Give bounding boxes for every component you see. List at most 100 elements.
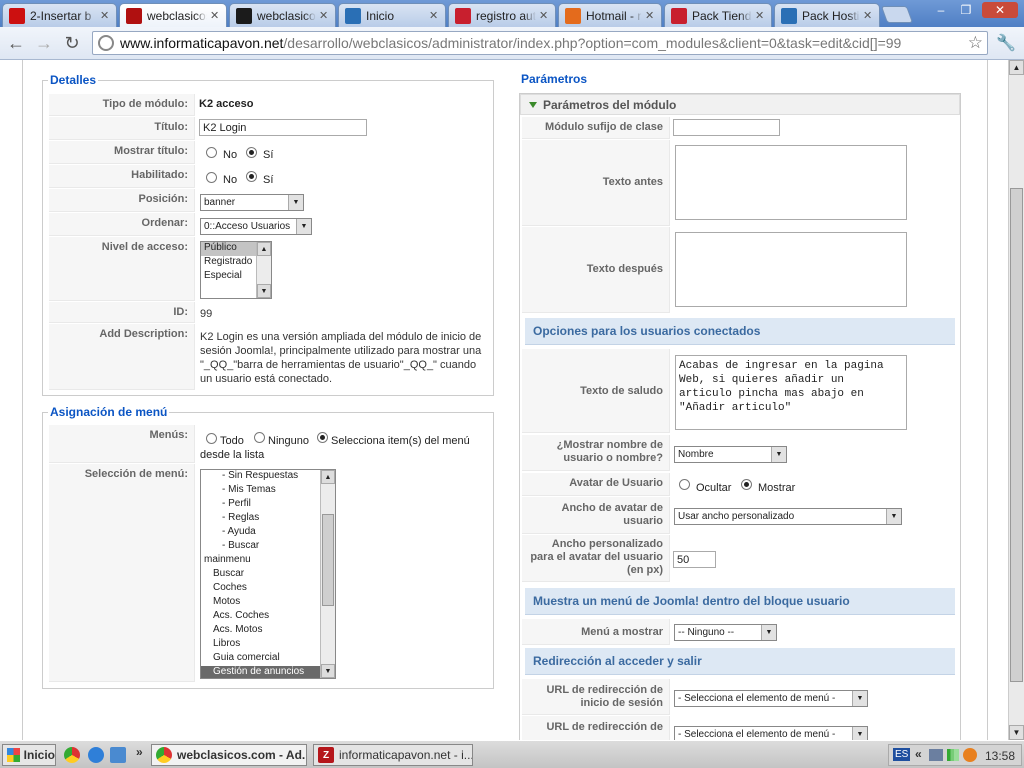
browser-tab[interactable]: 2-Insertar b ✕ — [2, 3, 117, 27]
browser-tab[interactable]: registro auto✕ — [448, 3, 556, 27]
menu-list-item[interactable]: Gestión de anuncios — [201, 666, 335, 678]
close-tab-icon[interactable]: ✕ — [429, 9, 439, 22]
wrench-icon[interactable]: 🔧 — [996, 33, 1016, 53]
nivel-scrollbar[interactable]: ▲ ▼ — [256, 242, 271, 298]
scroll-thumb[interactable] — [322, 514, 334, 606]
avast-icon[interactable] — [963, 748, 977, 762]
minimize-icon[interactable]: – — [930, 2, 952, 18]
tray-expand-icon[interactable]: « — [915, 747, 922, 761]
tab-label: 2-Insertar b — [30, 8, 92, 23]
page-scrollbar[interactable]: ▲ ▼ — [1008, 60, 1024, 740]
menu-mostrar-value: -- Ninguno -- — [678, 627, 735, 638]
menu-list-item[interactable]: - Sin Respuestas — [201, 470, 335, 484]
avatar-ocultar-radio[interactable] — [679, 479, 690, 490]
network-icon[interactable] — [929, 749, 943, 761]
close-tab-icon[interactable]: ✕ — [755, 9, 765, 22]
close-tab-icon[interactable]: ✕ — [319, 9, 329, 22]
url-cierre-label: URL de redirección de — [522, 716, 670, 740]
sufijo-input[interactable] — [673, 119, 780, 136]
quicklaunch-overflow-icon[interactable]: » — [136, 745, 143, 759]
close-tab-icon[interactable]: ✕ — [539, 9, 549, 22]
menu-list-item[interactable]: - Ayuda — [201, 526, 335, 540]
tab-label: webclasicos. — [257, 8, 316, 23]
signal-icon[interactable] — [947, 749, 959, 761]
browser-tab[interactable]: webclasicos.✕ — [229, 3, 336, 27]
chrome-quicklaunch-icon[interactable] — [64, 747, 80, 763]
menus-selecciona-radio[interactable] — [317, 432, 328, 443]
scroll-up-icon[interactable]: ▲ — [1009, 60, 1024, 75]
scroll-down-icon[interactable]: ▼ — [257, 284, 271, 298]
scroll-up-icon[interactable]: ▲ — [257, 242, 271, 256]
forward-icon[interactable]: → — [32, 32, 56, 54]
mostrar-titulo-no-radio[interactable] — [206, 147, 217, 158]
ancho-avatar-select[interactable]: Usar ancho personalizado ▼ — [674, 508, 902, 525]
browser-tab[interactable]: Pack Hosting✕ — [774, 3, 880, 27]
description-line: sesión Joomla!, principalmente utilizado… — [200, 345, 482, 357]
ancho-personalizado-input[interactable] — [673, 551, 716, 568]
nivel-acceso-listbox[interactable]: Público Registrado Especial ▲ ▼ — [200, 241, 272, 299]
habilitado-si-radio[interactable] — [246, 171, 257, 182]
menu-list-item[interactable]: Coches — [201, 582, 335, 596]
menu-list-item[interactable]: Buscar — [201, 568, 335, 582]
windows-taskbar: Inicio » webclasicos.com - Ad... Z infor… — [0, 740, 1024, 768]
menu-list-item[interactable]: - Perfil — [201, 498, 335, 512]
habilitado-no-radio[interactable] — [206, 172, 217, 183]
ancho-pers-label-1: Ancho personalizado — [551, 538, 663, 550]
menu-list-item[interactable]: Guia comercial — [201, 652, 335, 666]
outlook-quicklaunch-icon[interactable] — [110, 747, 126, 763]
taskbar-item-filezilla[interactable]: Z informaticapavon.net - i... — [313, 744, 473, 766]
parametros-modulo-toggle[interactable]: Parámetros del módulo — [520, 94, 960, 115]
texto-despues-textarea[interactable] — [675, 232, 907, 307]
browser-tab[interactable]: webclasicos.✕ — [119, 3, 227, 27]
start-button[interactable]: Inicio — [2, 744, 56, 766]
chevron-down-icon: ▼ — [852, 691, 867, 706]
menu-list-item[interactable]: Acs. Motos — [201, 624, 335, 638]
url-cierre-select[interactable]: - Selecciona el elemento de menú - ▼ — [674, 726, 868, 740]
taskbar-item-chrome[interactable]: webclasicos.com - Ad... — [151, 744, 307, 766]
menu-list-item[interactable]: Libros — [201, 638, 335, 652]
menus-todo-radio[interactable] — [206, 433, 217, 444]
menu-mostrar-select[interactable]: -- Ninguno -- ▼ — [674, 624, 777, 641]
clock[interactable]: 13:58 — [985, 749, 1015, 763]
close-tab-icon[interactable]: ✕ — [100, 9, 110, 22]
reload-icon[interactable]: ↻ — [60, 32, 84, 54]
mostrar-nombre-select[interactable]: Nombre ▼ — [674, 446, 787, 463]
back-icon[interactable]: ← — [4, 32, 28, 54]
menu-list-item[interactable]: - Reglas — [201, 512, 335, 526]
close-tab-icon[interactable]: ✕ — [863, 9, 873, 22]
browser-tab[interactable]: Inicio ✕ — [338, 3, 446, 27]
mostrar-titulo-si-radio[interactable] — [246, 147, 257, 158]
bookmark-star-icon[interactable]: ☆ — [968, 33, 983, 53]
menu-list-item[interactable]: Motos — [201, 596, 335, 610]
menu-list-item[interactable]: mainmenu — [201, 554, 335, 568]
menu-list-item[interactable]: Acs. Coches — [201, 610, 335, 624]
page-scroll-thumb[interactable] — [1010, 188, 1023, 682]
menus-ninguno-radio[interactable] — [254, 432, 265, 443]
scroll-up-icon[interactable]: ▲ — [321, 470, 335, 484]
scroll-down-icon[interactable]: ▼ — [321, 664, 335, 678]
globe-icon — [98, 35, 114, 51]
menu-list-item[interactable]: - Buscar — [201, 540, 335, 554]
close-window-icon[interactable]: ✕ — [982, 2, 1018, 18]
browser-tab[interactable]: Hotmail - rafa✕ — [558, 3, 662, 27]
browser-tab[interactable]: Pack Tienda ✕ — [664, 3, 772, 27]
close-tab-icon[interactable]: ✕ — [210, 9, 220, 22]
language-indicator[interactable]: ES — [893, 748, 911, 761]
titulo-input[interactable] — [199, 119, 367, 136]
ie-quicklaunch-icon[interactable] — [88, 747, 104, 763]
scroll-down-icon[interactable]: ▼ — [1009, 725, 1024, 740]
new-tab-button[interactable] — [880, 6, 914, 23]
saludo-textarea[interactable]: Acabas de ingresar en la pagina Web, si … — [675, 355, 907, 430]
seleccion-menu-scrollbar[interactable]: ▲ ▼ — [320, 470, 335, 678]
url-inicio-select[interactable]: - Selecciona el elemento de menú - ▼ — [674, 690, 868, 707]
avatar-mostrar-radio[interactable] — [741, 479, 752, 490]
seleccion-menu-listbox[interactable]: - Sin Respuestas - Mis Temas - Perfil - Reg… — [200, 469, 336, 679]
address-bar[interactable]: www.informaticapavon.net/desarrollo/webc… — [92, 31, 988, 55]
restore-icon[interactable]: ❐ — [955, 2, 977, 18]
menu-list-item[interactable]: - Mis Temas — [201, 484, 335, 498]
texto-antes-textarea[interactable] — [675, 145, 907, 220]
posicion-select[interactable]: banner ▼ — [200, 194, 304, 211]
triangle-down-icon — [529, 102, 537, 108]
close-tab-icon[interactable]: ✕ — [645, 9, 655, 22]
ordenar-select[interactable]: 0::Acceso Usuarios ▼ — [200, 218, 312, 235]
